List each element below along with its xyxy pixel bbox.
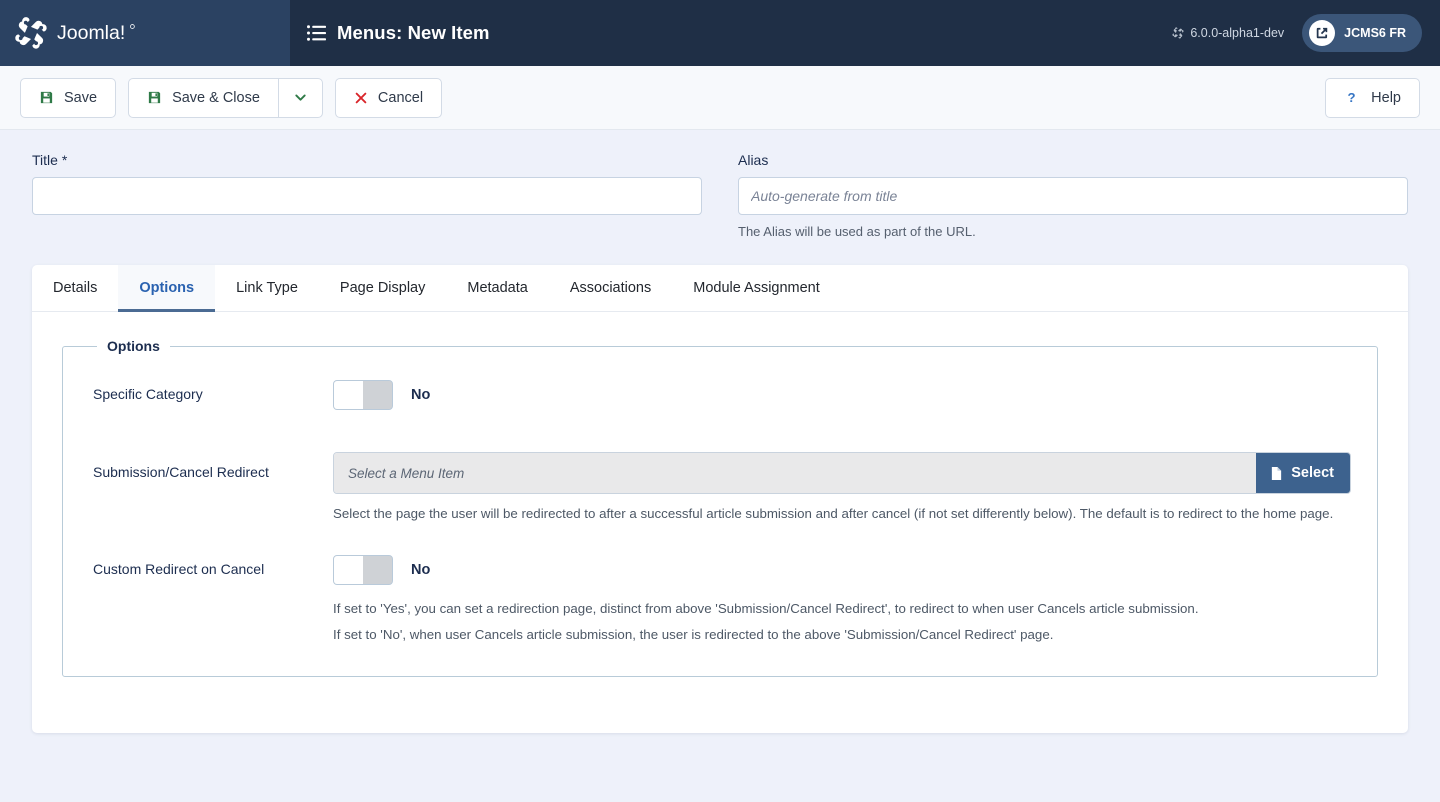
title-alias-row: Title * Alias The Alias will be used as … bbox=[0, 130, 1440, 239]
list-icon bbox=[307, 25, 326, 41]
alias-hint: The Alias will be used as part of the UR… bbox=[738, 224, 976, 239]
alias-input[interactable] bbox=[738, 177, 1408, 215]
editor-card: Details Options Link Type Page Display M… bbox=[32, 265, 1408, 733]
toggle-knob bbox=[334, 381, 363, 409]
save-close-group: Save & Close bbox=[128, 77, 323, 118]
page-heading: Menus: New Item bbox=[290, 0, 1172, 66]
alias-field-group: Alias The Alias will be used as part of … bbox=[738, 152, 1408, 239]
select-menu-item-button[interactable]: Select bbox=[1256, 453, 1350, 493]
custom-redirect-description: If set to 'Yes', you can set a redirecti… bbox=[333, 599, 1351, 646]
joomla-mark-icon bbox=[1172, 27, 1184, 39]
custom-redirect-switch-wrap: No bbox=[333, 554, 1351, 585]
title-input[interactable] bbox=[32, 177, 702, 215]
custom-redirect-state: No bbox=[411, 561, 431, 578]
custom-redirect-description-line1: If set to 'Yes', you can set a redirecti… bbox=[333, 600, 1199, 616]
custom-redirect-toggle[interactable] bbox=[333, 554, 393, 585]
site-link-button[interactable]: JCMS6 FR bbox=[1302, 14, 1422, 52]
toggle-track bbox=[363, 381, 392, 409]
save-dropdown-toggle[interactable] bbox=[277, 77, 323, 118]
tab-metadata[interactable]: Metadata bbox=[446, 265, 548, 312]
specific-category-toggle[interactable] bbox=[333, 380, 393, 410]
save-and-close-label: Save & Close bbox=[172, 89, 260, 106]
specific-category-state: No bbox=[411, 387, 431, 403]
submission-cancel-redirect-description: Select the page the user will be redirec… bbox=[333, 506, 1334, 521]
submission-cancel-redirect-control: Select Select the page the user will be … bbox=[333, 452, 1351, 525]
submission-cancel-redirect-label: Submission/Cancel Redirect bbox=[93, 464, 269, 480]
help-button[interactable]: ? Help bbox=[1325, 77, 1420, 118]
title-field-group: Title * bbox=[32, 152, 702, 239]
specific-category-label: Specific Category bbox=[93, 386, 203, 402]
file-icon bbox=[1270, 466, 1283, 481]
specific-category-control: No bbox=[333, 380, 1351, 410]
cancel-button[interactable]: Cancel bbox=[334, 77, 443, 118]
toggle-track bbox=[363, 555, 392, 584]
cancel-button-label: Cancel bbox=[377, 89, 424, 106]
version-badge: 6.0.0-alpha1-dev bbox=[1172, 26, 1284, 40]
title-label: Title * bbox=[32, 152, 68, 168]
specific-category-switch-wrap: No bbox=[333, 380, 1351, 410]
tab-details[interactable]: Details bbox=[32, 265, 118, 312]
save-icon bbox=[147, 90, 162, 105]
tab-link-type[interactable]: Link Type bbox=[215, 265, 319, 312]
custom-redirect-control: No If set to 'Yes', you can set a redire… bbox=[333, 554, 1351, 652]
chevron-down-icon bbox=[293, 90, 308, 105]
version-label: 6.0.0-alpha1-dev bbox=[1190, 26, 1285, 40]
brand-area[interactable]: Joomla! bbox=[0, 0, 290, 66]
help-button-label: Help bbox=[1371, 89, 1401, 106]
svg-text:?: ? bbox=[1348, 90, 1356, 105]
joomla-logo-icon bbox=[15, 17, 47, 49]
custom-redirect-label: Custom Redirect on Cancel bbox=[93, 560, 265, 577]
options-legend: Options bbox=[107, 338, 160, 354]
options-fieldset: Options Specific Category No Submission/… bbox=[62, 338, 1378, 677]
joomla-logo[interactable]: Joomla! bbox=[14, 16, 187, 50]
save-icon bbox=[39, 90, 54, 105]
site-link-label: JCMS6 FR bbox=[1344, 26, 1406, 40]
field-submission-cancel-redirect: Submission/Cancel Redirect Select a Menu… bbox=[63, 410, 1377, 525]
options-panel: Options Specific Category No Submission/… bbox=[32, 312, 1408, 729]
save-and-close-button[interactable]: Save & Close bbox=[128, 77, 278, 118]
toolbar: Save Save & Close Cancel ? Help bbox=[0, 66, 1440, 130]
external-link-icon bbox=[1309, 20, 1336, 46]
tab-associations[interactable]: Associations bbox=[549, 265, 672, 312]
field-specific-category: Specific Category No bbox=[63, 368, 1377, 410]
menu-item-input[interactable] bbox=[334, 453, 1257, 493]
page-title: Menus: New Item bbox=[337, 22, 490, 43]
tab-options[interactable]: Options bbox=[118, 265, 216, 312]
app-header: Joomla! Menus: New Item 6.0.0-alpha1-dev… bbox=[0, 0, 1440, 66]
tab-module-assignment[interactable]: Module Assignment bbox=[672, 265, 841, 312]
svg-text:Joomla!: Joomla! bbox=[57, 22, 125, 44]
select-button-label: Select bbox=[1291, 465, 1334, 481]
toggle-knob bbox=[334, 555, 363, 584]
alias-label: Alias bbox=[738, 152, 769, 168]
close-x-icon bbox=[354, 91, 368, 105]
save-button[interactable]: Save bbox=[20, 77, 117, 118]
tab-page-display[interactable]: Page Display bbox=[319, 265, 446, 312]
menu-item-picker: Select bbox=[333, 452, 1351, 494]
joomla-wordmark: Joomla! bbox=[57, 22, 135, 44]
field-custom-redirect-on-cancel: Custom Redirect on Cancel No If set to '… bbox=[63, 525, 1377, 652]
header-right-area: 6.0.0-alpha1-dev JCMS6 FR bbox=[1172, 0, 1440, 66]
tab-bar: Details Options Link Type Page Display M… bbox=[32, 265, 1408, 312]
question-mark-icon: ? bbox=[1344, 90, 1359, 105]
save-button-label: Save bbox=[64, 89, 98, 106]
custom-redirect-description-line2: If set to 'No', when user Cancels articl… bbox=[333, 627, 1054, 643]
